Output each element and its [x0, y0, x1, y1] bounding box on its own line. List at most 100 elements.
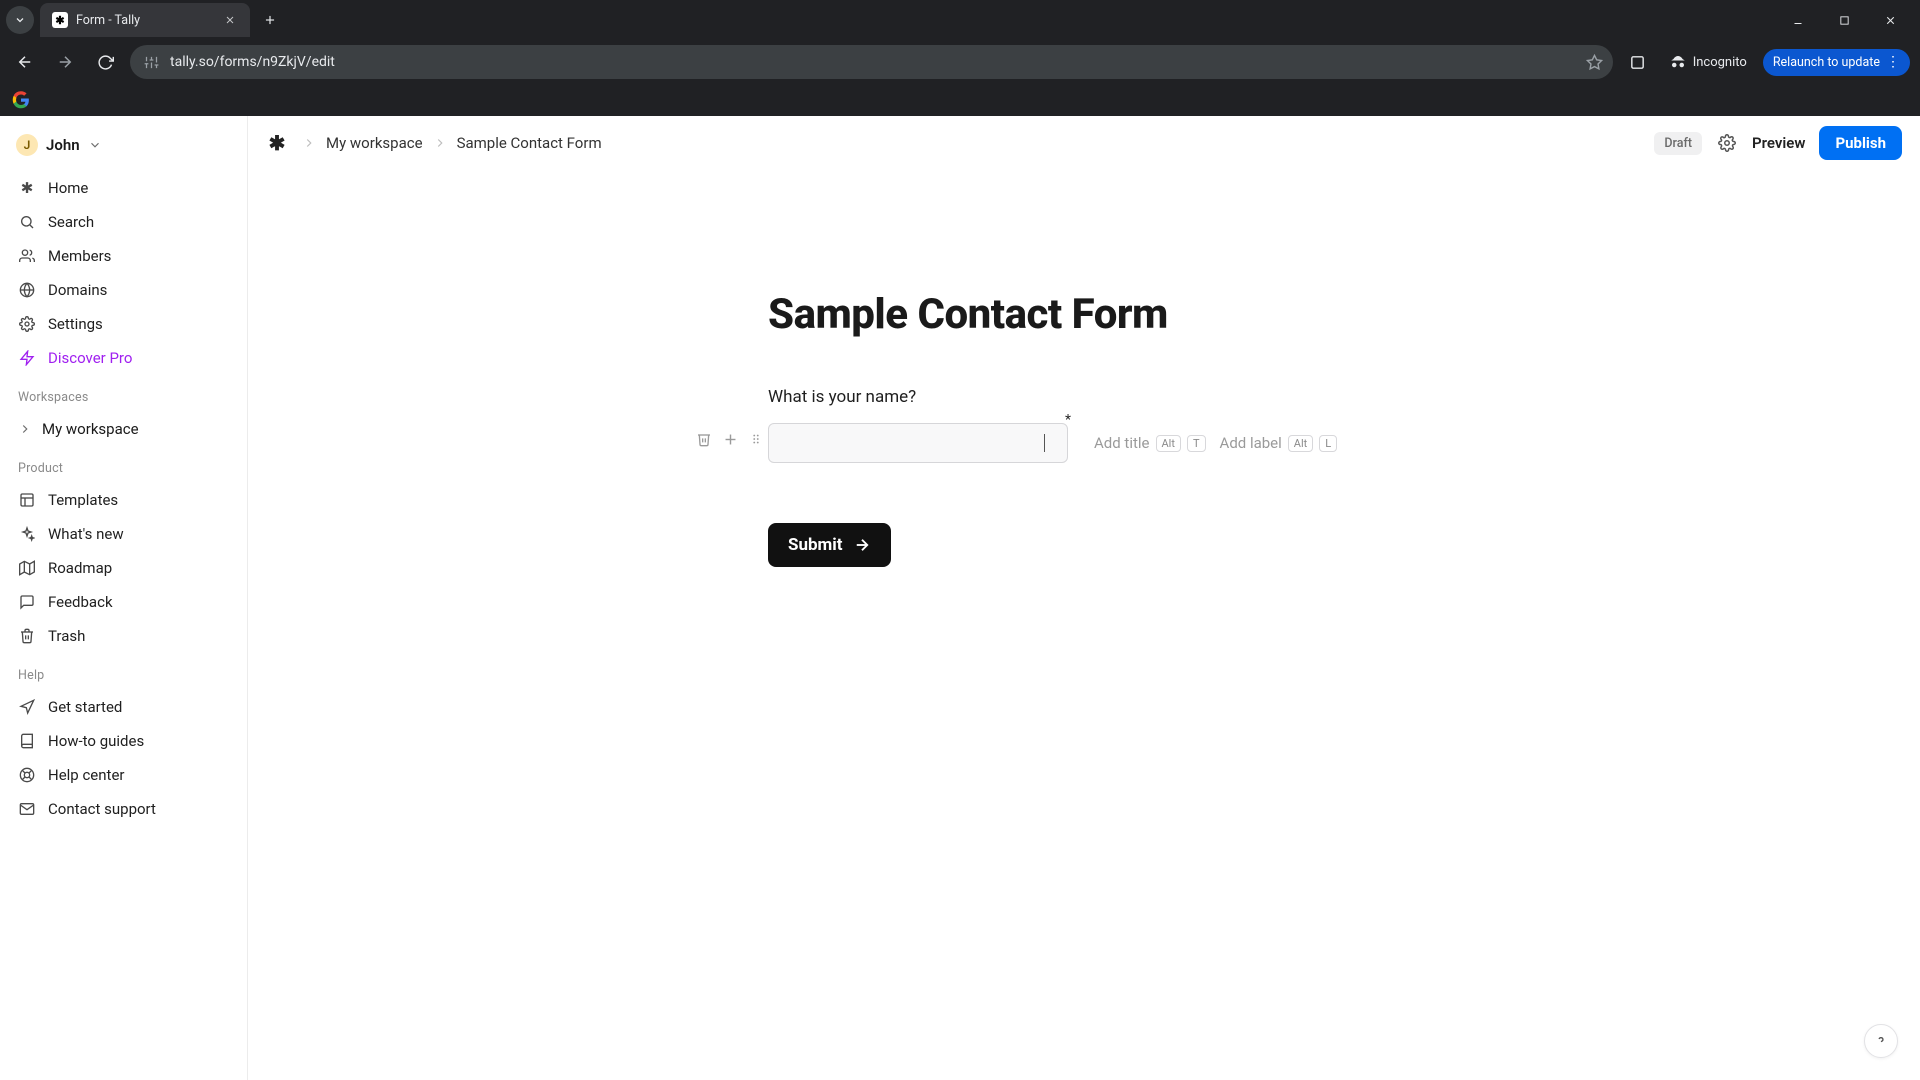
user-name: John — [46, 136, 80, 154]
add-label-button[interactable]: Add label Alt L — [1220, 434, 1338, 452]
status-badge: Draft — [1654, 132, 1702, 155]
block-toolbar — [694, 429, 766, 449]
more-icon: ⋮ — [1886, 55, 1900, 69]
relaunch-update-button[interactable]: Relaunch to update ⋮ — [1763, 49, 1910, 76]
breadcrumb-workspace[interactable]: My workspace — [326, 134, 423, 152]
relaunch-label: Relaunch to update — [1773, 55, 1880, 70]
incognito-indicator[interactable]: Incognito — [1663, 53, 1753, 71]
bookmark-google[interactable] — [10, 89, 32, 111]
submit-button[interactable]: Submit — [768, 523, 891, 567]
chevron-right-icon — [302, 136, 316, 150]
sidebar-item-label: Settings — [48, 315, 103, 333]
form-settings-button[interactable] — [1716, 132, 1738, 154]
submit-label: Submit — [788, 535, 843, 555]
nav-back-button[interactable] — [10, 47, 40, 77]
templates-icon — [18, 491, 36, 509]
site-settings-button[interactable] — [140, 51, 162, 73]
delete-block-button[interactable] — [694, 429, 714, 449]
sidebar-item-label: Members — [48, 247, 111, 265]
nav-forward-button[interactable] — [50, 47, 80, 77]
preview-button[interactable]: Preview — [1752, 134, 1805, 152]
incognito-icon — [1669, 53, 1687, 71]
app-logo-icon[interactable]: ✱ — [266, 132, 288, 154]
sidebar-item-guides[interactable]: How-to guides — [8, 725, 239, 757]
kbd-alt: Alt — [1156, 435, 1181, 452]
nav-reload-button[interactable] — [90, 47, 120, 77]
breadcrumb-form[interactable]: Sample Contact Form — [457, 134, 602, 152]
browser-tab[interactable]: ✱ Form - Tally — [40, 3, 250, 37]
sidebar-item-domains[interactable]: Domains — [8, 274, 239, 306]
sidebar-item-label: Help center — [48, 766, 124, 784]
question-icon — [1873, 1033, 1889, 1049]
avatar: J — [16, 134, 38, 156]
add-block-button[interactable] — [720, 429, 740, 449]
plus-icon — [722, 431, 739, 448]
help-fab-button[interactable] — [1864, 1024, 1898, 1058]
window-minimize-button[interactable] — [1784, 6, 1812, 34]
close-icon — [1884, 14, 1897, 27]
incognito-label: Incognito — [1693, 55, 1747, 70]
chevron-right-icon — [18, 422, 32, 436]
form-title[interactable]: Sample Contact Form — [768, 290, 1468, 339]
field-row: * Add title Alt T Add label Alt L — [768, 423, 1468, 463]
arrow-left-icon — [16, 53, 34, 71]
trash-icon — [18, 627, 36, 645]
chevron-down-icon — [14, 14, 26, 26]
bolt-icon — [18, 349, 36, 367]
sidebar-item-getstarted[interactable]: Get started — [8, 691, 239, 723]
navigation-icon — [18, 698, 36, 716]
form-canvas[interactable]: Sample Contact Form What is your name? * — [248, 170, 1920, 1080]
tab-search-button[interactable] — [6, 6, 34, 34]
sidebar-item-members[interactable]: Members — [8, 240, 239, 272]
window-controls — [1784, 6, 1914, 34]
sidebar-item-label: What's new — [48, 525, 124, 543]
name-input[interactable]: * — [768, 423, 1068, 463]
submit-row: Submit — [768, 523, 1468, 567]
user-menu[interactable]: J John — [8, 130, 239, 170]
arrow-right-icon — [56, 53, 74, 71]
sidebar-item-feedback[interactable]: Feedback — [8, 586, 239, 618]
tab-close-button[interactable] — [222, 12, 238, 28]
minimize-icon — [1792, 14, 1804, 26]
drag-icon — [749, 432, 763, 446]
sidebar-item-settings[interactable]: Settings — [8, 308, 239, 340]
sidebar-item-roadmap[interactable]: Roadmap — [8, 552, 239, 584]
sidebar-item-search[interactable]: Search — [8, 206, 239, 238]
window-maximize-button[interactable] — [1830, 6, 1858, 34]
drag-handle[interactable] — [746, 429, 766, 449]
publish-button[interactable]: Publish — [1819, 126, 1902, 160]
add-label-label: Add label — [1220, 434, 1282, 452]
kbd-l: L — [1319, 435, 1337, 452]
kbd-alt: Alt — [1288, 435, 1313, 452]
arrow-right-icon — [853, 536, 871, 554]
bookmark-button[interactable] — [1586, 54, 1603, 71]
window-close-button[interactable] — [1876, 6, 1904, 34]
sidebar-item-templates[interactable]: Templates — [8, 484, 239, 516]
new-tab-button[interactable] — [256, 6, 284, 34]
sidebar-item-contact[interactable]: Contact support — [8, 793, 239, 825]
kbd-t: T — [1187, 435, 1206, 452]
search-icon — [18, 213, 36, 231]
sidebar-workspace-item[interactable]: My workspace — [8, 413, 239, 445]
header-actions: Draft Preview Publish — [1654, 126, 1902, 160]
sidebar-item-label: Roadmap — [48, 559, 112, 577]
sidebar-item-label: Home — [48, 179, 88, 197]
address-bar[interactable]: tally.so/forms/n9ZkjV/edit — [130, 45, 1613, 79]
map-icon — [18, 559, 36, 577]
sidebar-item-helpcenter[interactable]: Help center — [8, 759, 239, 791]
question-label[interactable]: What is your name? — [768, 387, 1468, 407]
extensions-button[interactable] — [1623, 47, 1653, 77]
sidebar-item-trash[interactable]: Trash — [8, 620, 239, 652]
google-logo-icon — [12, 91, 30, 109]
sidebar-item-whatsnew[interactable]: What's new — [8, 518, 239, 550]
text-caret — [1044, 434, 1045, 452]
plus-icon — [263, 13, 277, 27]
sidebar-item-label: Trash — [48, 627, 85, 645]
workspace-label: My workspace — [42, 420, 139, 438]
sidebar-item-discover-pro[interactable]: Discover Pro — [8, 342, 239, 374]
add-title-button[interactable]: Add title Alt T — [1094, 434, 1206, 452]
sidebar-item-label: Contact support — [48, 800, 156, 818]
message-icon — [18, 593, 36, 611]
sidebar-item-home[interactable]: ✱ Home — [8, 172, 239, 204]
sidebar: J John ✱ Home Search Members Domains Set… — [0, 116, 248, 1080]
